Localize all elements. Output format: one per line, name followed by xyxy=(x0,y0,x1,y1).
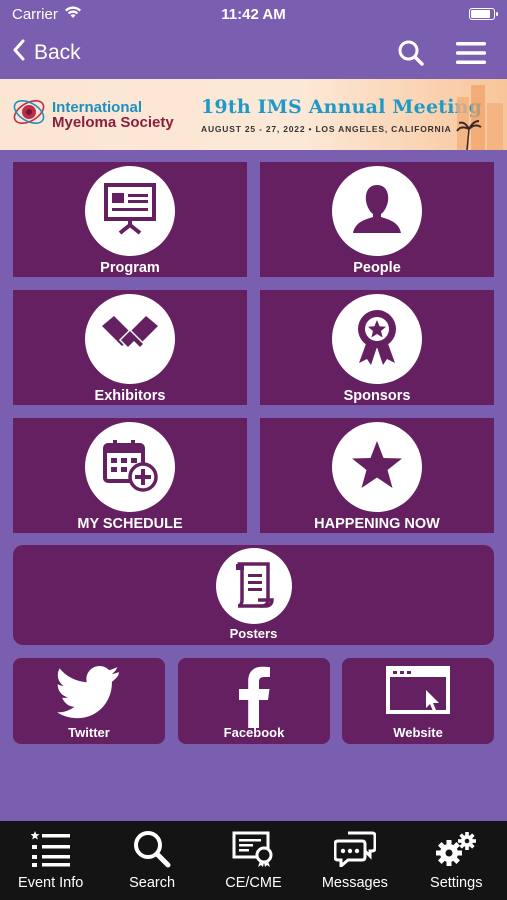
exhibitors-label: Exhibitors xyxy=(94,388,166,404)
back-button[interactable]: Back xyxy=(12,39,81,67)
tab-settings-label: Settings xyxy=(430,875,483,891)
twitter-bird-icon xyxy=(57,666,121,725)
people-icon-circle xyxy=(332,166,422,256)
my-schedule-tile[interactable]: MY SCHEDULE xyxy=(13,418,247,533)
logo-line-2: Myeloma Society xyxy=(52,113,174,131)
status-left: Carrier xyxy=(12,5,82,23)
twitter-tile[interactable]: Twitter xyxy=(13,658,165,744)
chevron-left-icon xyxy=(12,39,26,67)
tab-messages-label: Messages xyxy=(321,875,388,891)
presentation-board-icon xyxy=(102,181,158,242)
battery-icon xyxy=(469,8,498,20)
sponsors-icon-circle xyxy=(332,294,422,384)
meeting-info: 19th IMS Annual Meeting AUGUST 25 - 27, … xyxy=(195,96,482,134)
website-tile[interactable]: Website xyxy=(342,658,494,744)
handshake-icon xyxy=(100,312,160,367)
back-label: Back xyxy=(34,41,81,64)
list-star-icon xyxy=(29,829,73,869)
gears-icon xyxy=(434,829,478,869)
ims-logo: International Myeloma Society xyxy=(0,93,195,136)
nav-bar: Back xyxy=(0,28,507,78)
browser-window-icon xyxy=(386,666,450,721)
my-schedule-label: MY SCHEDULE xyxy=(77,516,183,532)
tab-bar: Event Info Search CE/CME Messages Settin… xyxy=(0,821,507,900)
twitter-label: Twitter xyxy=(68,725,110,740)
tab-settings[interactable]: Settings xyxy=(406,821,506,900)
exhibitors-tile[interactable]: Exhibitors xyxy=(13,290,247,405)
event-banner[interactable]: International Myeloma Society 19th IMS A… xyxy=(0,79,507,150)
people-label: People xyxy=(353,260,401,276)
tab-search[interactable]: Search xyxy=(102,821,202,900)
tab-ce-cme-label: CE/CME xyxy=(225,875,282,891)
sponsors-tile[interactable]: Sponsors xyxy=(260,290,494,405)
carrier-label: Carrier xyxy=(12,5,58,23)
website-label: Website xyxy=(393,725,443,740)
posters-label: Posters xyxy=(229,626,278,641)
people-tile[interactable]: People xyxy=(260,162,494,277)
program-icon-circle xyxy=(85,166,175,256)
tab-event-info-label: Event Info xyxy=(18,875,84,891)
facebook-f-icon xyxy=(237,666,271,733)
certificate-icon xyxy=(231,829,275,869)
chat-bubbles-icon xyxy=(333,829,377,869)
calendar-add-icon xyxy=(101,437,159,498)
tab-ce-cme[interactable]: CE/CME xyxy=(203,821,303,900)
posters-tile[interactable]: Posters xyxy=(13,545,494,645)
happening-now-tile[interactable]: HAPPENING NOW xyxy=(260,418,494,533)
skyline-palm-icon xyxy=(447,79,507,150)
meeting-subtitle: AUGUST 25 - 27, 2022 • LOS ANGELES, CALI… xyxy=(201,123,452,134)
sponsors-label: Sponsors xyxy=(343,388,411,404)
tab-search-label: Search xyxy=(129,875,176,891)
person-silhouette-icon xyxy=(349,181,405,242)
search-icon xyxy=(130,829,174,869)
tab-event-info[interactable]: Event Info xyxy=(1,821,101,900)
exhibitors-icon-circle xyxy=(85,294,175,384)
my-schedule-icon-circle xyxy=(85,422,175,512)
nav-actions xyxy=(395,37,495,69)
menu-icon[interactable] xyxy=(455,37,487,69)
program-tile[interactable]: Program xyxy=(13,162,247,277)
tab-messages[interactable]: Messages xyxy=(305,821,405,900)
posters-icon-circle xyxy=(215,548,292,624)
happening-now-icon-circle xyxy=(332,422,422,512)
facebook-tile[interactable]: Facebook xyxy=(178,658,330,744)
search-icon[interactable] xyxy=(395,37,427,69)
happening-now-label: HAPPENING NOW xyxy=(314,516,440,532)
meeting-title: 19th IMS Annual Meeting xyxy=(201,95,483,118)
logo-line-1: International xyxy=(52,98,143,116)
wifi-icon xyxy=(64,5,82,23)
myeloma-cell-icon xyxy=(10,93,48,136)
scroll-document-icon xyxy=(232,560,276,613)
award-ribbon-icon xyxy=(353,307,401,372)
star-icon xyxy=(350,439,404,496)
status-bar: Carrier 11:42 AM xyxy=(0,0,507,28)
program-label: Program xyxy=(100,260,160,276)
